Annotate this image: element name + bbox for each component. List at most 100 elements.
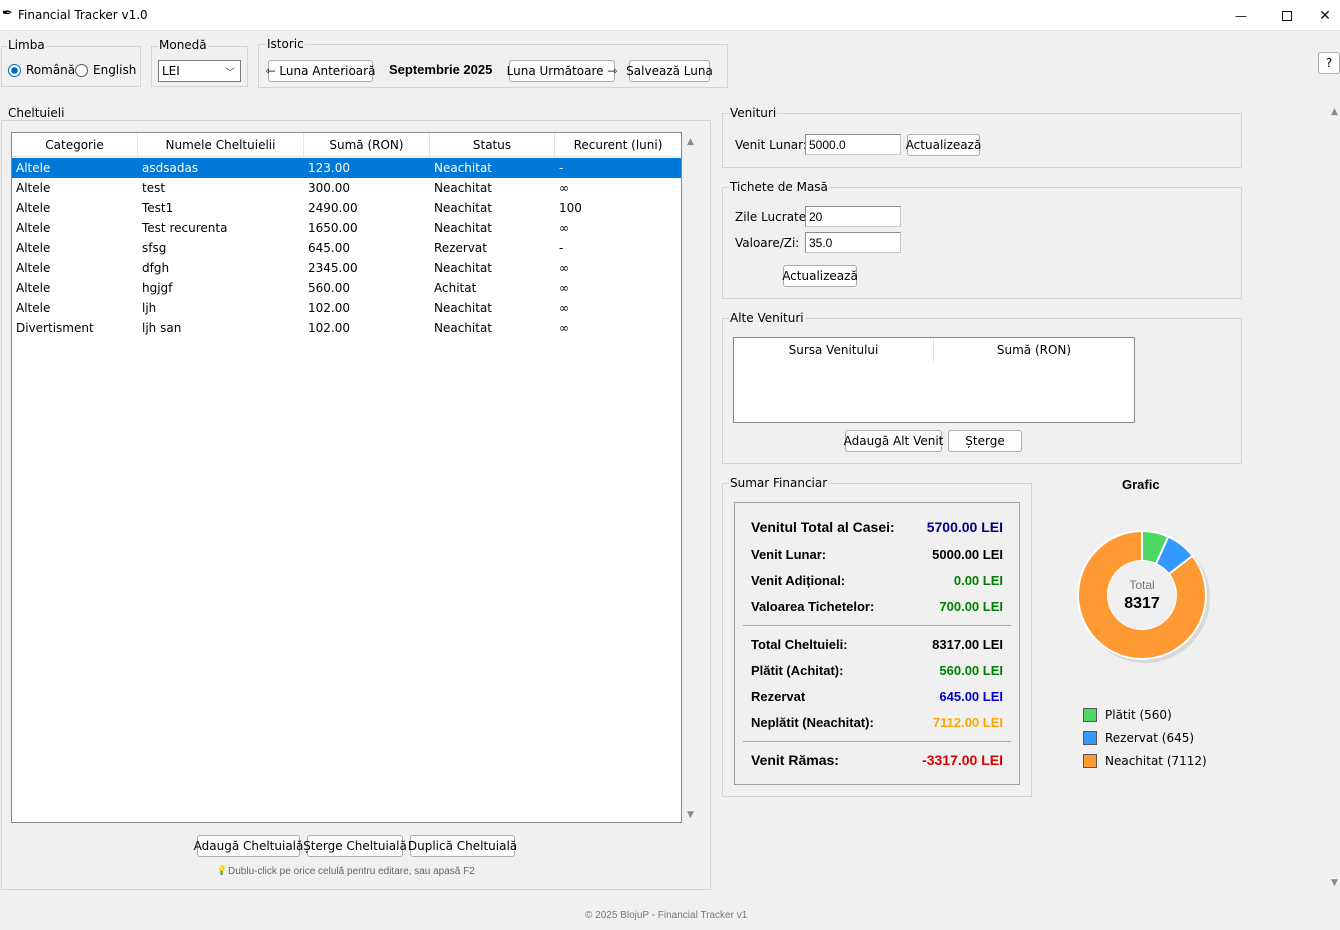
table-cell[interactable]: Rezervat [430,238,555,258]
column-header[interactable]: Sumă (RON) [304,133,430,157]
table-cell[interactable]: dfgh [138,258,304,278]
radio-romana[interactable] [8,64,21,77]
table-cell[interactable]: Neachitat [430,198,555,218]
table-cell[interactable]: Neachitat [430,298,555,318]
table-cell[interactable]: ljh san [138,318,304,338]
table-cell[interactable]: ljh [138,298,304,318]
other-income-table[interactable]: Sursa Venitului Sumă (RON) [733,337,1135,423]
currency-value: LEI [162,64,180,78]
column-header[interactable]: Sumă (RON) [934,338,1134,362]
table-cell[interactable]: Neachitat [430,318,555,338]
expenses-table-header: Categorie Numele Cheltuielii Sumă (RON) … [12,133,681,157]
table-cell[interactable]: 2345.00 [304,258,430,278]
radio-english[interactable] [75,64,88,77]
table-cell[interactable]: 102.00 [304,298,430,318]
table-cell[interactable]: 2490.00 [304,198,430,218]
chevron-down-icon: ﹀ [225,68,235,79]
summary-panel: Venitul Total al Casei: 5700.00 LEI Venit… [734,502,1020,785]
table-cell[interactable]: 100 [555,198,681,218]
radio-english-label[interactable]: English [93,63,136,77]
table-cell[interactable]: 560.00 [304,278,430,298]
income-label: Venituri [729,106,778,120]
table-cell[interactable]: Achitat [430,278,555,298]
scroll-up-icon[interactable]: ▲ [1331,107,1338,117]
scroll-up-icon[interactable]: ▲ [687,137,694,147]
update-income-button[interactable]: Actualizează [906,134,981,156]
value-per-day-input[interactable] [805,232,901,253]
scroll-down-icon[interactable]: ▼ [687,810,694,820]
save-month-button[interactable]: Salvează Luna [626,60,713,82]
table-cell[interactable]: 1650.00 [304,218,430,238]
column-header[interactable]: Status [430,133,555,157]
table-cell[interactable]: Neachitat [430,178,555,198]
table-cell[interactable]: asdsadas [138,158,304,178]
minimize-button[interactable]: — [1218,0,1264,31]
table-cell[interactable]: Neachitat [430,218,555,238]
table-row[interactable]: Altele Test1 2490.00 Neachitat 100 [12,198,681,218]
work-days-input[interactable] [805,206,901,227]
currency-label: Monedă [158,38,208,52]
table-cell[interactable]: hgjgf [138,278,304,298]
next-month-button[interactable]: Luna Următoare ⇾ [507,60,617,82]
table-row[interactable]: Altele test 300.00 Neachitat ∞ [12,178,681,198]
scroll-down-icon[interactable]: ▼ [1331,878,1338,888]
radio-romana-label[interactable]: Română [26,63,75,77]
column-header[interactable]: Sursa Venitului [734,338,934,362]
table-row[interactable]: Altele ljh 102.00 Neachitat ∞ [12,298,681,318]
help-button[interactable]: ? [1318,52,1340,74]
maximize-button[interactable] [1264,0,1310,31]
table-cell[interactable]: ∞ [555,278,681,298]
table-cell[interactable]: ∞ [555,318,681,338]
table-cell[interactable]: Neachitat [430,258,555,278]
donut-chart: Total 8317 [1077,529,1210,663]
table-cell[interactable]: Altele [12,298,138,318]
legend-label: Neachitat (7112) [1105,753,1207,768]
column-header[interactable]: Categorie [12,133,138,157]
delete-other-income-button[interactable]: Șterge [948,430,1022,452]
table-cell[interactable]: Altele [12,158,138,178]
table-row[interactable]: Altele sfsg 645.00 Rezervat - [12,238,681,258]
currency-select[interactable]: LEI ﹀ [158,60,241,82]
table-cell[interactable]: sfsg [138,238,304,258]
table-cell[interactable]: Altele [12,198,138,218]
add-expense-button[interactable]: Adaugă Cheltuială [194,835,303,857]
table-cell[interactable]: - [555,238,681,258]
table-cell[interactable]: - [555,158,681,178]
expenses-table[interactable]: Categorie Numele Cheltuielii Sumă (RON) … [11,132,682,823]
delete-expense-button[interactable]: Șterge Cheltuială [303,835,407,857]
table-row[interactable]: Altele Test recurenta 1650.00 Neachitat ∞ [12,218,681,238]
table-cell[interactable]: Altele [12,178,138,198]
duplicate-expense-button[interactable]: Duplică Cheltuială [408,835,517,857]
summary-row-total-expenses: Total Cheltuieli: 8317.00 LEI [751,637,1003,652]
table-cell[interactable]: Test1 [138,198,304,218]
table-row[interactable]: Divertisment ljh san 102.00 Neachitat ∞ [12,318,681,338]
table-row[interactable]: Altele dfgh 2345.00 Neachitat ∞ [12,258,681,278]
table-cell[interactable]: 102.00 [304,318,430,338]
table-cell[interactable]: Altele [12,238,138,258]
table-cell[interactable]: test [138,178,304,198]
summary-label: Venit Rămas: [751,752,839,768]
table-cell[interactable]: ∞ [555,178,681,198]
table-cell[interactable]: ∞ [555,218,681,238]
monthly-income-input[interactable] [805,134,901,155]
table-cell[interactable]: Altele [12,278,138,298]
update-meal-button[interactable]: Actualizează [782,265,858,287]
table-cell[interactable]: 123.00 [304,158,430,178]
column-header[interactable]: Recurent (luni) [555,133,681,157]
summary-label: Total Cheltuieli: [751,637,848,652]
table-cell[interactable]: 645.00 [304,238,430,258]
table-cell[interactable]: Altele [12,218,138,238]
table-cell[interactable]: Divertisment [12,318,138,338]
prev-month-button[interactable]: ⇽ Luna Anterioară [266,60,375,82]
column-header[interactable]: Numele Cheltuielii [138,133,304,157]
table-row[interactable]: Altele hgjgf 560.00 Achitat ∞ [12,278,681,298]
table-cell[interactable]: Altele [12,258,138,278]
table-cell[interactable]: 300.00 [304,178,430,198]
table-row[interactable]: Altele asdsadas 123.00 Neachitat - [12,158,681,178]
close-button[interactable]: ✕ [1310,0,1340,31]
table-cell[interactable]: Test recurenta [138,218,304,238]
add-other-income-button[interactable]: Adaugă Alt Venit [844,430,943,452]
table-cell[interactable]: ∞ [555,298,681,318]
table-cell[interactable]: Neachitat [430,158,555,178]
table-cell[interactable]: ∞ [555,258,681,278]
